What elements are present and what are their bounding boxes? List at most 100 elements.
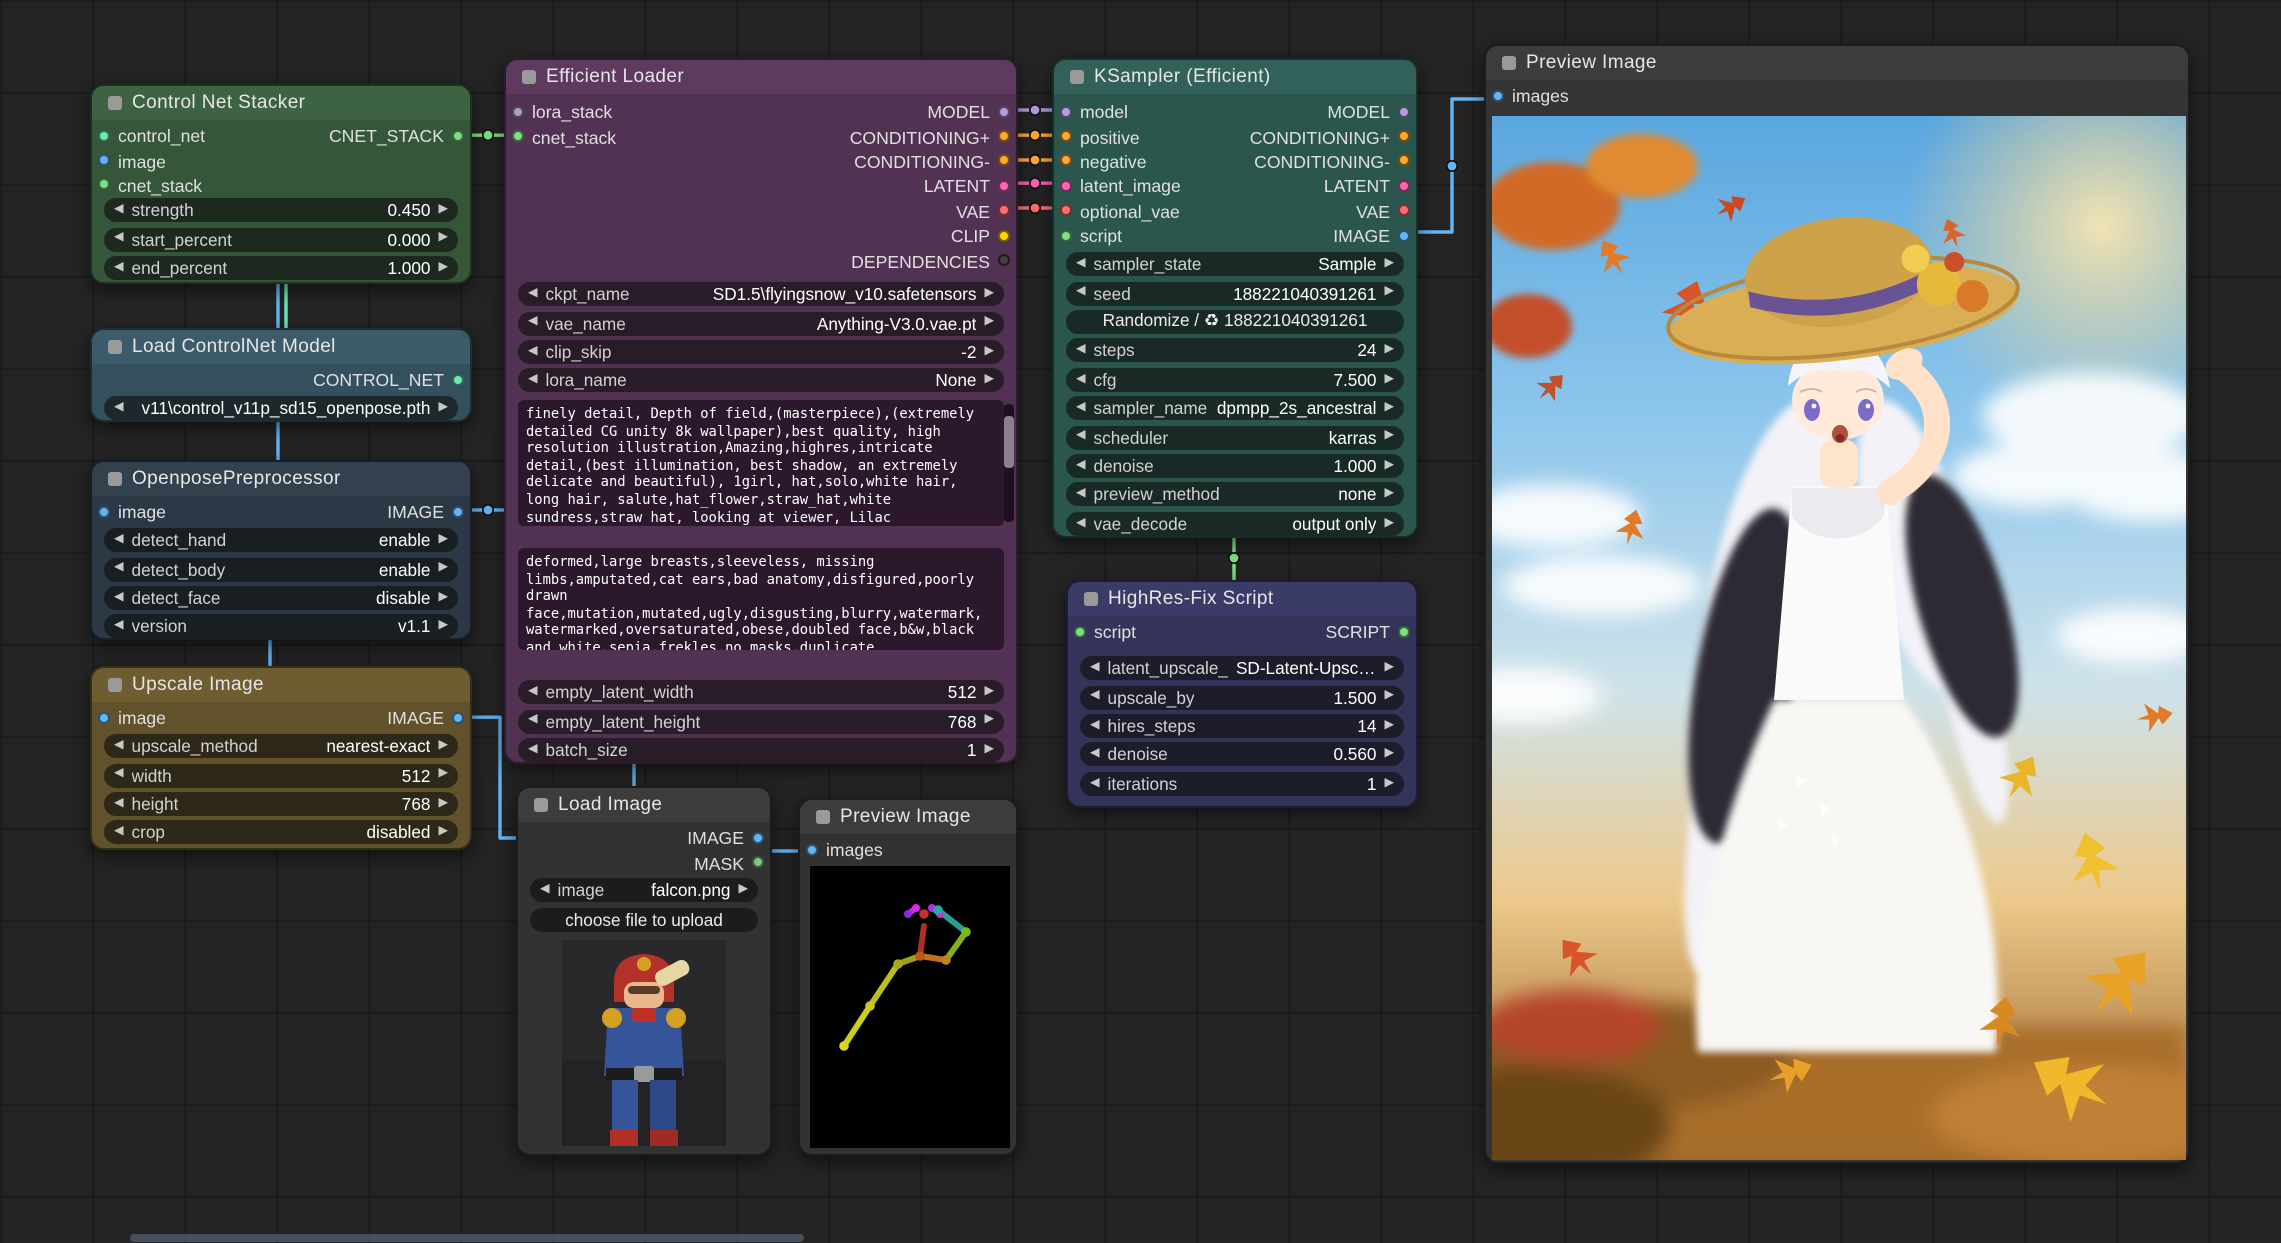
increment-arrow-icon[interactable]: ▶ <box>1384 777 1394 789</box>
node-openpose-preprocessor[interactable]: OpenposePreprocessor imageIMAGE ◀detect_… <box>90 460 472 640</box>
decrement-arrow-icon[interactable]: ◀ <box>528 375 538 387</box>
increment-arrow-icon[interactable]: ▶ <box>1384 662 1394 674</box>
increment-arrow-icon[interactable]: ▶ <box>438 827 448 839</box>
increment-arrow-icon[interactable]: ▶ <box>984 686 994 698</box>
combo-widget[interactable]: ◀sampler_namedpmpp_2s_ancestral▶ <box>1066 396 1404 420</box>
decrement-arrow-icon[interactable]: ◀ <box>114 798 124 810</box>
node-efficient-loader[interactable]: Efficient Loader lora_stackMODELcnet_sta… <box>504 58 1018 764</box>
decrement-arrow-icon[interactable]: ◀ <box>1076 488 1086 500</box>
increment-arrow-icon[interactable]: ▶ <box>438 204 448 216</box>
node-header[interactable]: OpenposePreprocessor <box>92 462 470 496</box>
increment-arrow-icon[interactable]: ▶ <box>1384 749 1394 761</box>
node-header[interactable]: KSampler (Efficient) <box>1054 60 1416 94</box>
combo-widget[interactable]: ◀vae_nameAnything-V3.0.vae.pt▶ <box>518 311 1004 335</box>
randomize-button[interactable]: Randomize / ♻ 188221040391261 <box>1066 310 1404 334</box>
combo-widget[interactable]: ◀empty_latent_height768▶ <box>518 709 1004 733</box>
increment-arrow-icon[interactable]: ▶ <box>438 621 448 633</box>
increment-arrow-icon[interactable]: ▶ <box>1384 431 1394 443</box>
output-port-dot[interactable] <box>1398 105 1410 117</box>
decrement-arrow-icon[interactable]: ◀ <box>540 884 550 896</box>
negative-prompt-textarea[interactable]: deformed,large breasts,sleeveless, missi… <box>518 548 1004 650</box>
canvas-horizontal-scrollbar[interactable] <box>130 1234 804 1241</box>
combo-widget[interactable]: ◀latent_upscale_SD-Latent-Upscaler.v1▶ <box>1080 656 1404 680</box>
combo-widget[interactable]: ◀detect_handenable▶ <box>104 528 458 552</box>
increment-arrow-icon[interactable]: ▶ <box>438 798 448 810</box>
node-header[interactable]: Upscale Image <box>92 668 470 702</box>
increment-arrow-icon[interactable]: ▶ <box>438 563 448 575</box>
decrement-arrow-icon[interactable]: ◀ <box>1076 460 1086 472</box>
choose-file-button[interactable]: choose file to upload <box>530 907 758 931</box>
combo-widget[interactable]: ◀strength0.450▶ <box>104 198 458 222</box>
decrement-arrow-icon[interactable]: ◀ <box>528 288 538 300</box>
node-load-controlnet-model[interactable]: Load ControlNet Model CONTROL_NET ◀v11\c… <box>90 328 472 422</box>
increment-arrow-icon[interactable]: ▶ <box>1384 460 1394 472</box>
combo-widget[interactable]: ◀clip_skip-2▶ <box>518 340 1004 364</box>
decrement-arrow-icon[interactable]: ◀ <box>1090 720 1100 732</box>
node-control-net-stacker[interactable]: Control Net Stacker control_netCNET_STAC… <box>90 84 472 284</box>
input-port-dot[interactable] <box>98 154 110 166</box>
node-upscale-image[interactable]: Upscale Image imageIMAGE ◀upscale_method… <box>90 666 472 850</box>
combo-widget[interactable]: ◀sampler_stateSample▶ <box>1066 252 1404 276</box>
increment-arrow-icon[interactable]: ▶ <box>984 346 994 358</box>
decrement-arrow-icon[interactable]: ◀ <box>528 346 538 358</box>
input-port-dot[interactable] <box>806 843 818 855</box>
output-port-dot[interactable] <box>452 505 464 517</box>
collapse-icon[interactable] <box>108 472 122 486</box>
decrement-arrow-icon[interactable]: ◀ <box>1076 402 1086 414</box>
collapse-icon[interactable] <box>522 70 536 84</box>
collapse-icon[interactable] <box>1070 70 1084 84</box>
increment-arrow-icon[interactable]: ▶ <box>1384 720 1394 732</box>
combo-widget[interactable]: ◀preview_methodnone▶ <box>1066 483 1404 507</box>
combo-widget[interactable]: ◀iterations1▶ <box>1080 772 1404 796</box>
increment-arrow-icon[interactable]: ▶ <box>438 740 448 752</box>
node-header[interactable]: Load Image <box>518 788 770 822</box>
node-header[interactable]: Load ControlNet Model <box>92 330 470 364</box>
decrement-arrow-icon[interactable]: ◀ <box>528 686 538 698</box>
decrement-arrow-icon[interactable]: ◀ <box>1076 345 1086 357</box>
input-port-dot[interactable] <box>98 179 110 191</box>
decrement-arrow-icon[interactable]: ◀ <box>1076 373 1086 385</box>
decrement-arrow-icon[interactable]: ◀ <box>1076 517 1086 529</box>
increment-arrow-icon[interactable]: ▶ <box>1384 691 1394 703</box>
output-port-dot[interactable] <box>1398 130 1410 142</box>
node-header[interactable]: HighRes-Fix Script <box>1068 582 1416 616</box>
combo-widget[interactable]: ◀empty_latent_width512▶ <box>518 680 1004 704</box>
combo-widget[interactable]: ◀vae_decodeoutput only▶ <box>1066 511 1404 535</box>
node-preview-image-final[interactable]: Preview Image images <box>1484 44 2190 1164</box>
node-header[interactable]: Control Net Stacker <box>92 86 470 120</box>
combo-widget[interactable]: ◀hires_steps14▶ <box>1080 714 1404 738</box>
decrement-arrow-icon[interactable]: ◀ <box>528 715 538 727</box>
node-load-image[interactable]: Load Image IMAGEMASK ◀imagefalcon.png▶ch… <box>516 786 772 1156</box>
output-port-dot[interactable] <box>998 130 1010 142</box>
increment-arrow-icon[interactable]: ▶ <box>438 233 448 245</box>
output-port-dot[interactable] <box>998 105 1010 117</box>
node-header[interactable]: Preview Image <box>800 800 1016 834</box>
combo-widget[interactable]: ◀end_percent1.000▶ <box>104 256 458 280</box>
output-port-dot[interactable] <box>998 229 1010 241</box>
increment-arrow-icon[interactable]: ▶ <box>438 534 448 546</box>
increment-arrow-icon[interactable]: ▶ <box>1384 345 1394 357</box>
output-port-dot[interactable] <box>998 205 1010 217</box>
combo-widget[interactable]: ◀denoise0.560▶ <box>1080 743 1404 767</box>
combo-widget[interactable]: ◀upscale_methodnearest-exact▶ <box>104 734 458 758</box>
decrement-arrow-icon[interactable]: ◀ <box>1090 777 1100 789</box>
combo-widget[interactable]: ◀versionv1.1▶ <box>104 615 458 639</box>
decrement-arrow-icon[interactable]: ◀ <box>114 534 124 546</box>
prompt-scrollbar[interactable] <box>1004 404 1013 522</box>
combo-widget[interactable]: ◀width512▶ <box>104 763 458 787</box>
collapse-icon[interactable] <box>1502 56 1516 70</box>
decrement-arrow-icon[interactable]: ◀ <box>528 317 538 329</box>
combo-widget[interactable]: ◀cropdisabled▶ <box>104 821 458 845</box>
output-port-dot[interactable] <box>998 155 1010 167</box>
input-port-dot[interactable] <box>98 505 110 517</box>
decrement-arrow-icon[interactable]: ◀ <box>1090 662 1100 674</box>
decrement-arrow-icon[interactable]: ◀ <box>1090 749 1100 761</box>
decrement-arrow-icon[interactable]: ◀ <box>114 563 124 575</box>
input-port-dot[interactable] <box>1060 155 1072 167</box>
node-header[interactable]: Preview Image <box>1486 46 2188 80</box>
decrement-arrow-icon[interactable]: ◀ <box>114 401 124 413</box>
input-port-dot[interactable] <box>1060 105 1072 117</box>
combo-widget[interactable]: ◀start_percent0.000▶ <box>104 227 458 251</box>
node-highres-fix-script[interactable]: HighRes-Fix Script scriptSCRIPT ◀latent_… <box>1066 580 1418 808</box>
increment-arrow-icon[interactable]: ▶ <box>1384 373 1394 385</box>
